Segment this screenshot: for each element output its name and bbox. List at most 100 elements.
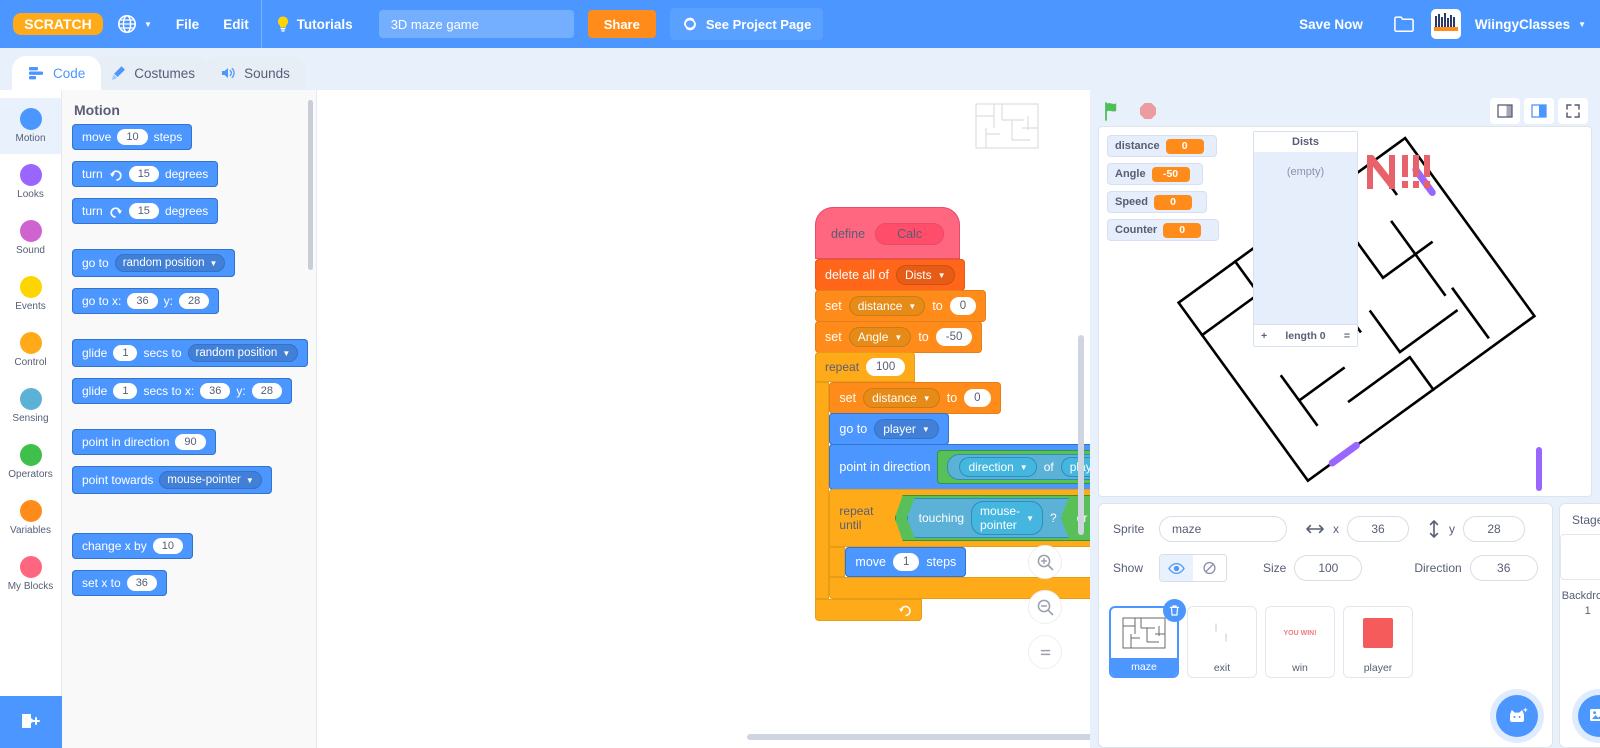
block-set-variable-distance-inner[interactable]: set distance ▼ to 0 (829, 382, 1001, 414)
variable-dropdown[interactable]: Angle ▼ (848, 327, 912, 347)
sprite-card-maze[interactable]: maze (1109, 599, 1186, 678)
palette-block-turn-right[interactable]: turn 15 degrees (72, 161, 219, 187)
block-number-input[interactable]: 15 (128, 203, 159, 219)
project-title-input[interactable]: 3D maze game (378, 10, 574, 38)
see-project-page-button[interactable]: See Project Page (669, 8, 824, 40)
category-motion[interactable]: Motion (0, 98, 61, 154)
fullscreen-button[interactable] (1558, 98, 1588, 124)
zoom-reset-button[interactable] (1028, 635, 1062, 669)
block-go-to-player[interactable]: go to player ▼ (829, 413, 949, 445)
show-toggle[interactable] (1159, 554, 1227, 582)
account-menu[interactable]: WiingyClasses ▼ (1467, 17, 1586, 32)
workspace-horizontal-scrollbar[interactable] (747, 734, 1090, 740)
scratch-logo[interactable]: SCRATCH (10, 10, 105, 38)
sprite-card-player[interactable]: player (1343, 606, 1413, 678)
block-number-input[interactable]: 1 (892, 553, 920, 571)
language-menu[interactable]: ▼ (105, 0, 164, 48)
operator-add[interactable]: direction ▼ of player ▼ (937, 450, 1090, 484)
block-point-in-direction[interactable]: point in direction direction ▼ of (829, 444, 1090, 490)
monitor-distance[interactable]: distance 0 (1107, 135, 1217, 157)
block-number-input[interactable]: 36 (200, 383, 231, 399)
block-dropdown[interactable]: random position ▼ (187, 344, 299, 362)
palette-block-change-x-by[interactable]: change x by 10 (72, 533, 193, 559)
block-number-input[interactable]: 90 (175, 434, 206, 450)
block-number-input[interactable]: -50 (935, 328, 973, 346)
stop-sign-icon[interactable] (1138, 101, 1158, 121)
y-position-input[interactable]: 28 (1463, 516, 1525, 542)
block-sensing-of[interactable]: direction ▼ of player ▼ (947, 454, 1090, 480)
show-visible-button[interactable] (1160, 555, 1193, 581)
code-workspace[interactable]: define Calc delete all of Dists ▼ set di… (317, 90, 1090, 748)
palette-block-glide-to[interactable]: glide 1 secs to random position ▼ (72, 339, 309, 367)
monitor-list-dists[interactable]: Dists (empty) + length 0 = (1253, 131, 1358, 347)
tab-code[interactable]: Code (12, 56, 102, 90)
palette-block-turn-left[interactable]: turn 15 degrees (72, 198, 219, 224)
operator-or[interactable]: touching mouse-pointer ▼ ? or (895, 495, 1090, 541)
zoom-out-button[interactable] (1028, 590, 1062, 624)
stage[interactable]: distance 0 Angle -50 Speed 0 Counter 0 D… (1098, 126, 1592, 497)
tab-sounds[interactable]: Sounds (203, 56, 306, 90)
sprite-name-input[interactable]: maze (1159, 516, 1287, 542)
stage-backdrop-thumbnail[interactable] (1559, 534, 1600, 580)
block-number-input[interactable]: 10 (152, 538, 183, 554)
block-set-variable-angle[interactable]: set Angle ▼ to -50 (815, 321, 983, 353)
category-events[interactable]: Events (0, 266, 61, 322)
palette-block-go-to[interactable]: go to random position ▼ (72, 249, 236, 277)
add-extension-button[interactable] (0, 696, 62, 748)
save-now-button[interactable]: Save Now (1285, 17, 1377, 32)
list-dropdown[interactable]: Dists ▼ (895, 265, 955, 285)
show-hidden-button[interactable] (1193, 555, 1226, 581)
object-dropdown[interactable]: player ▼ (1060, 457, 1090, 477)
folder-icon[interactable] (1393, 14, 1415, 34)
tutorials-button[interactable]: Tutorials (262, 0, 365, 48)
block-move-steps[interactable]: move 1 steps (845, 547, 967, 577)
x-position-input[interactable]: 36 (1347, 516, 1409, 542)
repeat-until-header[interactable]: repeat until touching mouse-pointer ▼ ? (829, 489, 1090, 547)
block-dropdown[interactable]: random position ▼ (114, 254, 226, 272)
palette-block-move-steps[interactable]: move 10 steps (72, 124, 193, 150)
list-resize-handle[interactable]: = (1344, 330, 1350, 342)
monitor-speed[interactable]: Speed 0 (1107, 191, 1207, 213)
custom-block-prototype[interactable]: Calc (875, 223, 945, 245)
stage-selector[interactable]: Stage Backdrops 1 (1558, 503, 1600, 748)
block-number-input[interactable]: 1 (113, 383, 138, 399)
block-dropdown[interactable]: mouse-pointer ▼ (159, 471, 262, 489)
category-my-blocks[interactable]: My Blocks (0, 546, 61, 602)
add-backdrop-button[interactable] (1577, 695, 1600, 737)
avatar[interactable] (1430, 9, 1461, 39)
palette-block-set-x-to[interactable]: set x to 36 (72, 570, 167, 596)
large-stage-button[interactable] (1524, 98, 1554, 124)
variable-dropdown[interactable]: distance ▼ (848, 296, 926, 316)
block-number-input[interactable]: 28 (251, 383, 283, 399)
block-number-input[interactable]: 10 (117, 129, 148, 145)
file-menu[interactable]: File (164, 0, 211, 48)
delete-sprite-button[interactable] (1163, 599, 1186, 622)
small-stage-button[interactable] (1490, 98, 1520, 124)
target-dropdown[interactable]: player ▼ (874, 419, 939, 439)
block-repeat[interactable]: repeat 100 set distance ▼ to 0 go to pla… (815, 352, 1090, 621)
palette-scrollbar[interactable] (308, 100, 313, 270)
monitor-counter[interactable]: Counter 0 (1107, 219, 1219, 241)
zoom-in-button[interactable] (1028, 545, 1062, 579)
category-variables[interactable]: Variables (0, 490, 61, 546)
size-input[interactable]: 100 (1294, 555, 1363, 581)
tab-costumes[interactable]: Costumes (93, 56, 212, 90)
edit-menu[interactable]: Edit (211, 0, 261, 48)
green-flag-icon[interactable] (1102, 100, 1124, 122)
category-control[interactable]: Control (0, 322, 61, 378)
category-looks[interactable]: Looks (0, 154, 61, 210)
block-number-input[interactable]: 36 (127, 293, 158, 309)
property-dropdown[interactable]: direction ▼ (959, 457, 1037, 477)
block-palette[interactable]: Motion move 10 steps turn 15 degrees tur… (62, 90, 317, 748)
repeat-header[interactable]: repeat 100 (815, 352, 916, 382)
variable-dropdown[interactable]: distance ▼ (863, 388, 940, 408)
workspace-vertical-scrollbar[interactable] (1078, 335, 1084, 535)
category-sound[interactable]: Sound (0, 210, 61, 266)
block-number-input[interactable]: 28 (178, 293, 210, 309)
list-monitor-body[interactable]: (empty) (1254, 152, 1357, 324)
block-delete-all-of-list[interactable]: delete all of Dists ▼ (815, 259, 965, 291)
palette-block-glide-to-xy[interactable]: glide 1 secs to x: 36 y: 28 (72, 378, 293, 404)
block-number-input[interactable]: 0 (949, 297, 977, 315)
category-operators[interactable]: Operators (0, 434, 61, 490)
block-define-hat[interactable]: define Calc (815, 207, 961, 259)
